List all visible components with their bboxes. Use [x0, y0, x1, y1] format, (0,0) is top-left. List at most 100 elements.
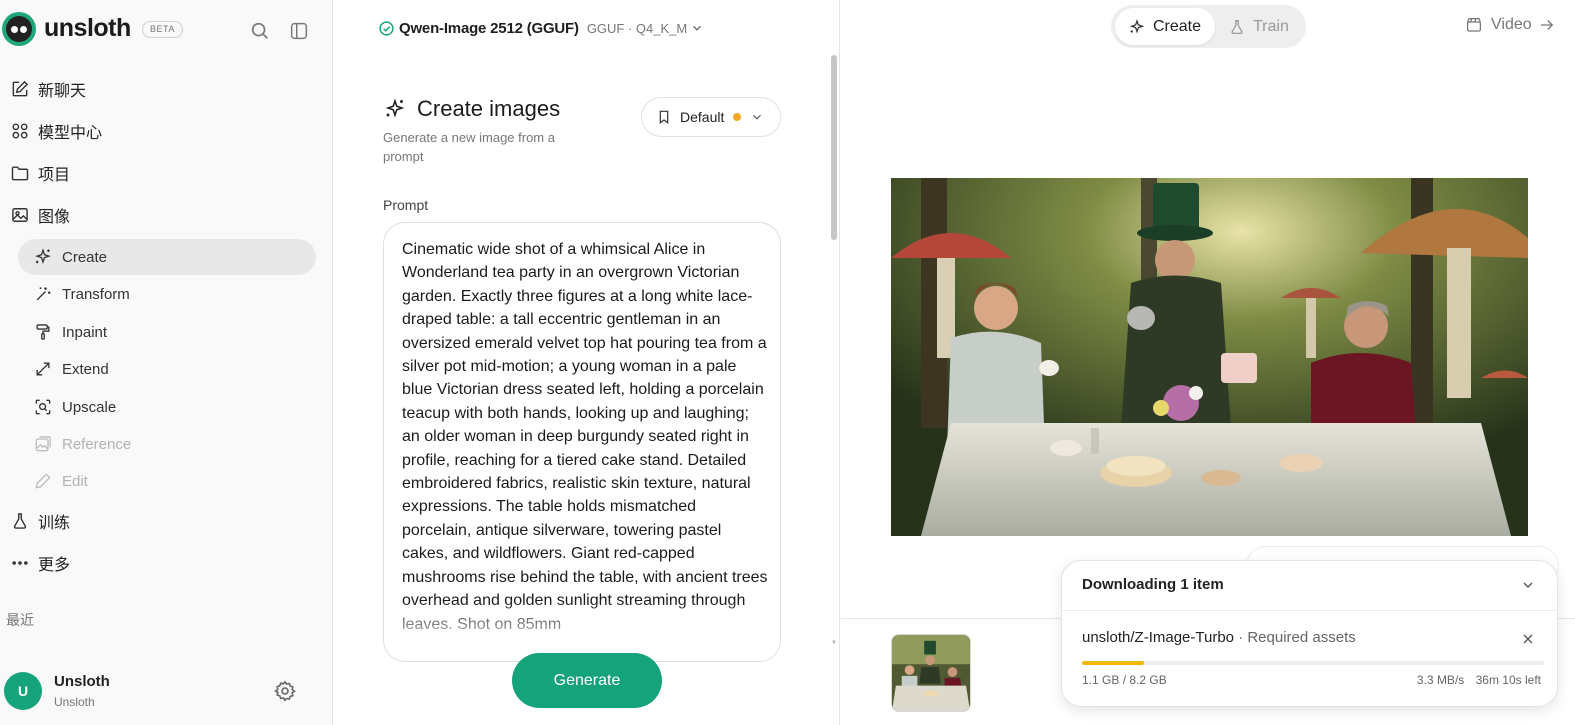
prompt-textarea[interactable]: Cinematic wide shot of a whimsical Alice…: [383, 222, 781, 662]
video-link[interactable]: Video: [1465, 16, 1556, 34]
user-profile[interactable]: U Unsloth Unsloth: [0, 666, 333, 716]
download-eta: 36m 10s left: [1475, 673, 1541, 687]
preset-label: Default: [680, 109, 725, 125]
page-subtitle: Generate a new image from a prompt: [383, 130, 555, 164]
chevron-down-icon: [753, 114, 762, 120]
sidebar-item-label: 新聊天: [38, 83, 87, 100]
sidebar-item-model-hub[interactable]: 模型中心: [10, 116, 310, 146]
image-icon: [12, 208, 28, 222]
tab-label: Train: [1253, 17, 1289, 35]
sidebar-item-label: 模型中心: [38, 125, 103, 142]
avatar: U: [4, 672, 42, 710]
sidebar-item-extend[interactable]: Extend: [18, 351, 316, 387]
sidebar-item-more[interactable]: 更多: [10, 548, 310, 578]
reference-icon: [35, 436, 51, 452]
history-thumbnail[interactable]: [891, 634, 971, 712]
generated-image[interactable]: [891, 178, 1528, 536]
chevron-down-icon: [693, 25, 702, 31]
user-subtitle: Unsloth: [54, 695, 95, 709]
download-item-name: unsloth/Z-Image-Turbo: [1082, 629, 1235, 646]
bookmark-icon: [659, 110, 669, 124]
sidebar-item-label: Inpaint: [62, 323, 108, 341]
beta-badge: BETA: [142, 21, 183, 38]
sidebar-item-upscale[interactable]: Upscale: [18, 389, 316, 425]
app-name: unsloth: [44, 14, 131, 42]
sidebar-item-label: Edit: [62, 472, 88, 490]
sidebar-item-label: 图像: [38, 209, 71, 226]
panel-scrollbar[interactable]: [831, 55, 837, 240]
folder-icon: [11, 166, 29, 181]
download-size: 1.1 GB / 8.2 GB: [1082, 673, 1167, 687]
preset-selector[interactable]: Default: [641, 97, 781, 137]
download-item-note: · Required assets: [1238, 629, 1356, 646]
grid-icon: [12, 123, 28, 139]
model-selector[interactable]: Qwen-Image 2512 (GGUF) GGUF · Q4_K_M: [378, 16, 704, 40]
sidebar-item-reference[interactable]: Reference: [18, 426, 316, 462]
logo-row: unsloth BETA: [0, 8, 333, 48]
download-item: unsloth/Z-Image-Turbo · Required assets: [1082, 629, 1356, 646]
sidebar-item-label: 训练: [38, 515, 71, 532]
sidebar-item-label: Upscale: [62, 398, 117, 416]
sidebar-item-projects[interactable]: 项目: [10, 158, 310, 188]
download-speed: 3.3 MB/s: [1416, 673, 1465, 687]
sloth-logo-icon: [2, 12, 36, 46]
sidebar-item-label: Create: [62, 248, 108, 266]
generate-button[interactable]: Generate: [512, 653, 662, 708]
sidebar-item-training[interactable]: 训练: [10, 506, 310, 536]
arrow-right-icon: [1540, 20, 1553, 30]
sidebar-item-create[interactable]: Create: [18, 239, 316, 275]
flask-icon: [1231, 19, 1243, 34]
pencil-icon: [35, 473, 51, 489]
prompt-text: Cinematic wide shot of a whimsical Alice…: [402, 241, 768, 633]
sparkle-icon: [1129, 18, 1145, 33]
create-images-heading: Create images: [383, 96, 560, 122]
sidebar-item-edit[interactable]: Edit: [18, 463, 316, 499]
flask-icon: [13, 513, 27, 529]
sidebar-item-label: Extend: [62, 360, 109, 378]
tab-create[interactable]: Create: [1115, 8, 1215, 45]
sidebar-item-images[interactable]: 图像: [10, 200, 310, 230]
sparkle-icon: [35, 248, 51, 265]
sidebar-item-new-chat[interactable]: 新聊天: [10, 74, 310, 104]
model-quant: GGUF · Q4_K_M: [586, 20, 688, 36]
sidebar-item-inpaint[interactable]: Inpaint: [18, 314, 316, 350]
magic-wand-icon: [36, 287, 51, 301]
unsaved-dot: [733, 113, 742, 121]
expand-icon: [36, 362, 50, 376]
download-progress-fill: [1082, 661, 1145, 665]
sidebar-item-label: Reference: [62, 435, 132, 453]
download-panel: Downloading 1 item unsloth/Z-Image-Turbo…: [1061, 560, 1558, 707]
sidebar-item-label: 更多: [38, 557, 71, 574]
edit-icon: [12, 80, 29, 97]
model-name: Qwen-Image 2512 (GGUF): [399, 19, 579, 37]
upscale-icon: [35, 399, 51, 415]
sidebar-item-label: Transform: [62, 285, 130, 303]
user-name: Unsloth: [54, 673, 110, 690]
download-header: Downloading 1 item: [1082, 576, 1224, 593]
sidebar-item-label: 项目: [38, 167, 71, 184]
search-icon[interactable]: [249, 20, 271, 42]
check-circle-icon: [379, 20, 394, 36]
sidebar-toggle-icon[interactable]: [288, 20, 310, 42]
download-progress-bar: [1082, 661, 1544, 665]
scroll-down-arrow-icon[interactable]: ▼: [831, 640, 837, 646]
video-link-label: Video: [1491, 16, 1532, 33]
sidebar: unsloth BETA 新聊天 模型中心 项目 图像 Create Trans…: [0, 0, 333, 725]
canvas-area: Create Train Video Downloading 1 item un…: [841, 0, 1575, 725]
sidebar-item-transform[interactable]: Transform: [18, 276, 316, 312]
more-dots-icon: [12, 561, 28, 565]
download-stats: 3.3 MB/s 36m 10s left: [1417, 673, 1541, 687]
page-title: Create images: [417, 96, 561, 121]
prompt-label: Prompt: [383, 197, 429, 213]
mode-toggle: Create Train: [1111, 5, 1306, 48]
tab-train[interactable]: Train: [1228, 8, 1289, 45]
sparkle-icon: [385, 98, 405, 118]
recent-section-label: 最近: [6, 612, 34, 628]
paint-roller-icon: [36, 324, 50, 340]
close-icon[interactable]: [1520, 631, 1536, 647]
clapperboard-icon: [1466, 17, 1482, 32]
tab-label: Create: [1153, 17, 1202, 35]
chevron-down-icon[interactable]: [1520, 577, 1536, 593]
create-panel: Qwen-Image 2512 (GGUF) GGUF · Q4_K_M ▼ C…: [334, 0, 840, 725]
gear-icon[interactable]: [273, 679, 297, 703]
